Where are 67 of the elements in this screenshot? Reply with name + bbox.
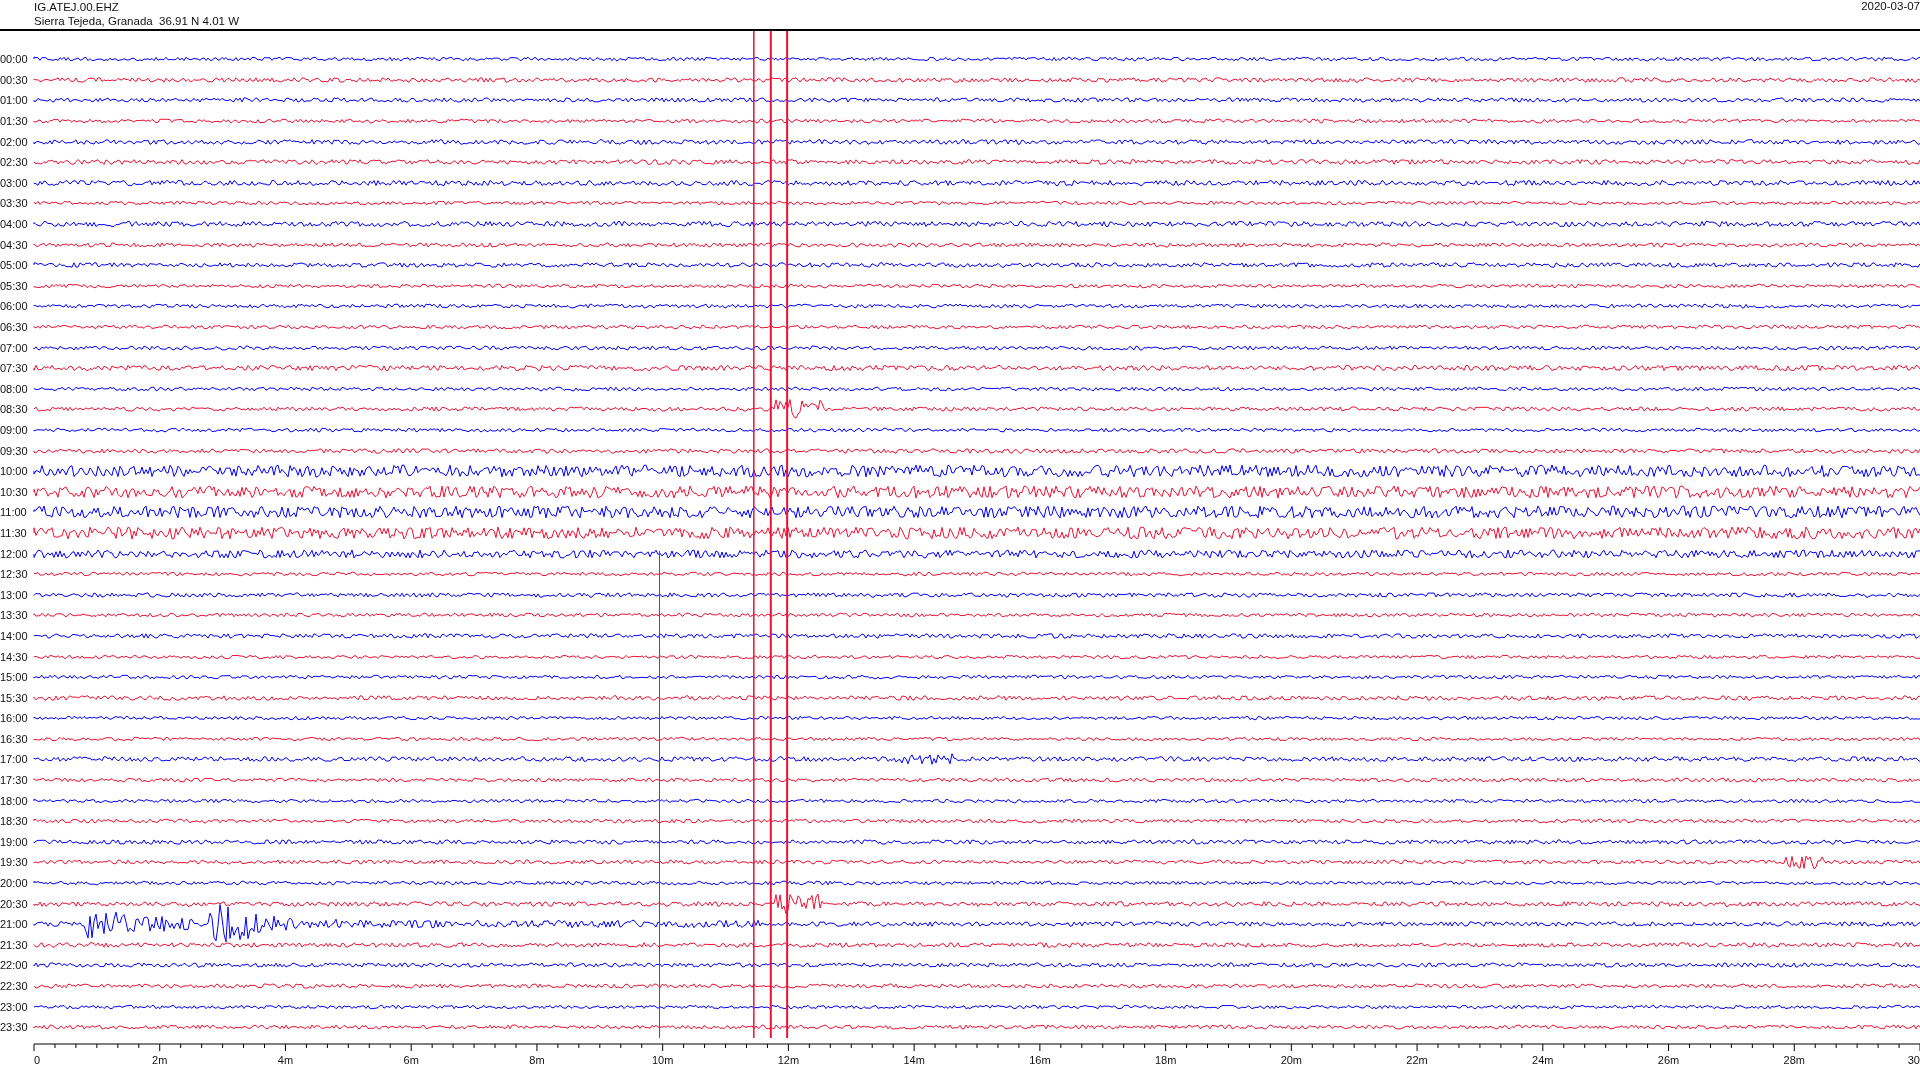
time-label: 18:30 xyxy=(0,815,29,828)
time-label: 18:00 xyxy=(0,794,29,807)
time-label: 15:30 xyxy=(0,691,29,704)
time-label: 03:30 xyxy=(0,197,29,210)
time-label: 09:00 xyxy=(0,424,29,436)
time-label: 06:00 xyxy=(0,300,29,313)
time-label: 02:00 xyxy=(0,135,29,148)
time-label: 04:00 xyxy=(0,218,29,231)
time-label: 10:30 xyxy=(0,485,29,498)
time-label: 08:00 xyxy=(0,382,29,395)
time-label: 05:00 xyxy=(0,259,29,272)
time-label: 12:00 xyxy=(0,547,29,560)
time-label: 10:00 xyxy=(0,465,29,478)
time-label: 01:30 xyxy=(0,115,29,128)
time-label: 14:00 xyxy=(0,629,29,642)
time-label: 09:30 xyxy=(0,444,29,457)
time-label: 02:30 xyxy=(0,156,29,169)
time-label: 13:30 xyxy=(0,609,29,622)
time-label: 00:30 xyxy=(0,73,29,86)
time-label: 21:30 xyxy=(0,938,29,951)
axis-tick-label: 18m xyxy=(1154,1053,1177,1066)
time-label: 23:00 xyxy=(0,1000,29,1013)
axis-tick-label: 24m xyxy=(1532,1053,1554,1066)
time-label: 01:00 xyxy=(0,94,29,107)
time-label: 08:30 xyxy=(0,403,29,416)
time-label: 22:30 xyxy=(0,980,29,992)
time-label: 06:30 xyxy=(0,321,29,333)
time-label: 05:30 xyxy=(0,279,29,292)
axis-tick-label: 2m xyxy=(152,1053,168,1066)
time-label: 16:30 xyxy=(0,732,29,745)
station-code: IG.ATEJ.00.EHZ xyxy=(34,0,120,14)
axis-tick-label: 8m xyxy=(529,1053,545,1066)
axis-tick-label: 16m xyxy=(1029,1053,1051,1066)
time-label: 03:00 xyxy=(0,176,29,189)
axis-tick-label: 4m xyxy=(277,1053,294,1066)
time-label: 22:00 xyxy=(0,959,29,972)
axis-tick-label: 26m xyxy=(1657,1053,1680,1066)
time-label: 23:30 xyxy=(0,1021,29,1034)
time-label: 11:00 xyxy=(0,506,28,519)
time-label: 00:00 xyxy=(0,53,29,66)
time-label: 19:00 xyxy=(0,835,29,848)
axis-tick-label: 0 xyxy=(34,1053,41,1066)
plot-date: 2020-03-07 xyxy=(1861,0,1920,14)
time-label: 21:00 xyxy=(0,918,29,931)
time-label: 15:00 xyxy=(0,671,29,684)
axis-tick-label: 20m xyxy=(1280,1053,1303,1066)
time-label: 07:30 xyxy=(0,362,29,375)
axis-tick-label: 12m xyxy=(777,1053,800,1066)
axis-tick-label: 22m xyxy=(1406,1053,1428,1066)
axis-tick-label: 14m xyxy=(903,1053,925,1066)
time-label: 12:30 xyxy=(0,568,29,581)
axis-tick-label: 10m xyxy=(651,1053,674,1066)
time-label: 14:30 xyxy=(0,650,29,663)
axis-tick-label: 28m xyxy=(1783,1053,1805,1066)
axis-tick-label: 30 xyxy=(1907,1053,1920,1066)
time-label: 20:30 xyxy=(0,897,29,910)
time-label: 13:00 xyxy=(0,588,29,601)
time-label: 07:00 xyxy=(0,341,29,354)
time-label: 04:30 xyxy=(0,238,29,251)
time-label: 11:30 xyxy=(0,526,28,539)
axis-tick-label: 6m xyxy=(403,1053,419,1066)
time-label: 17:00 xyxy=(0,753,29,766)
station-location: Sierra Tejeda, Granada 36.91 N 4.01 W xyxy=(34,14,239,28)
time-label: 19:30 xyxy=(0,856,29,869)
time-label: 17:30 xyxy=(0,774,29,787)
time-label: 20:00 xyxy=(0,877,29,890)
time-label: 16:00 xyxy=(0,712,29,725)
